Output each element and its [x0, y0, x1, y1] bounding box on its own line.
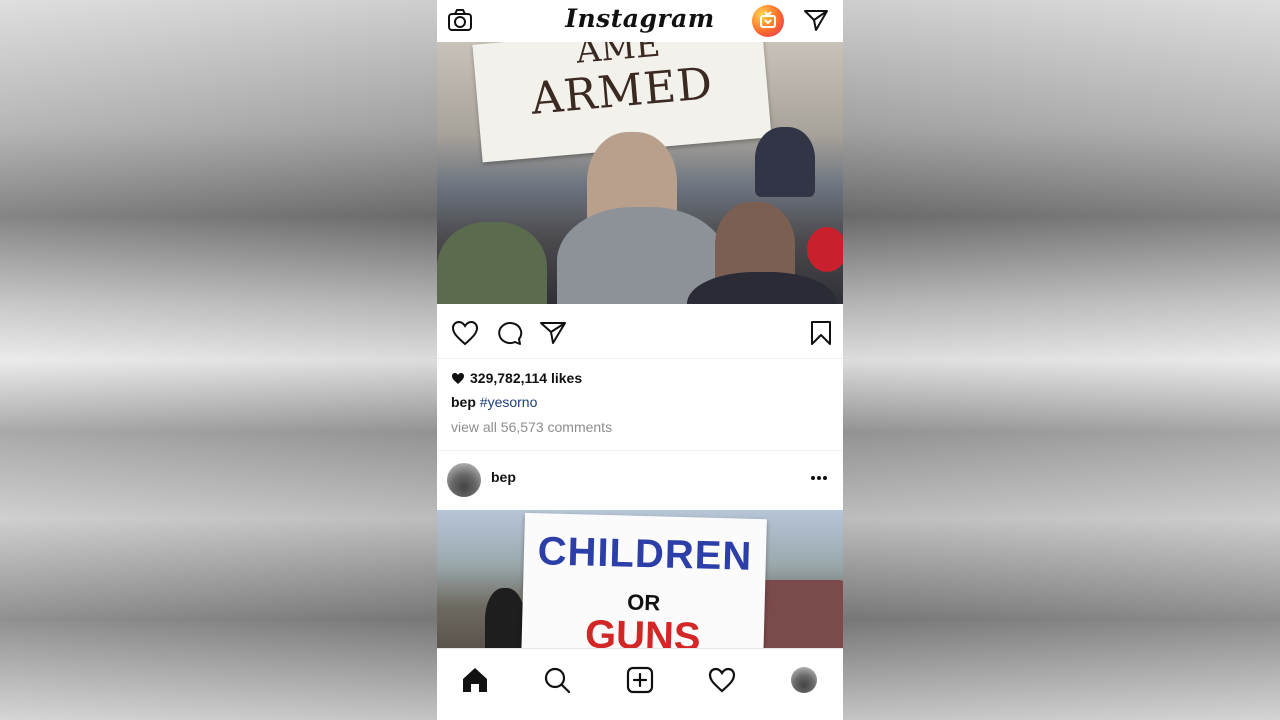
avatar[interactable] [447, 463, 481, 497]
protester-figure [755, 127, 815, 197]
filled-heart-icon [452, 372, 464, 384]
protester-figure [807, 227, 843, 272]
sign-line-3: GUNS [584, 612, 702, 648]
add-post-icon[interactable] [625, 665, 655, 695]
post-action-bar [437, 304, 843, 359]
caption-hashtag[interactable]: #yesorno [480, 394, 538, 410]
comment-icon[interactable] [495, 320, 523, 346]
heart-icon[interactable] [451, 320, 479, 346]
top-bar: Instagram [437, 0, 843, 42]
share-icon[interactable] [539, 320, 567, 346]
likes-text: 329,782,114 likes [470, 370, 583, 386]
protest-sign: CHILDREN OR GUNS [521, 512, 767, 648]
post-image-1[interactable]: AME ARMED [437, 42, 843, 304]
caption-username[interactable]: bep [451, 394, 476, 410]
activity-heart-icon[interactable] [707, 665, 737, 695]
protester-figure [485, 588, 525, 648]
view-comments-link[interactable]: view all 56,573 comments [451, 419, 831, 437]
protester-figure [437, 222, 547, 304]
more-icon[interactable] [809, 473, 829, 483]
phone-screen: Instagram AME ARMED 329,782,114 likes be… [437, 0, 843, 720]
profile-avatar[interactable] [791, 667, 817, 693]
post-meta: 329,782,114 likes bep #yesorno view all … [451, 368, 831, 437]
background-blur-right [843, 0, 1280, 720]
background-blur-left [0, 0, 437, 720]
bottom-navigation [437, 648, 843, 720]
igtv-icon[interactable] [752, 5, 784, 37]
sign-line-1: CHILDREN [537, 529, 753, 579]
bookmark-icon[interactable] [807, 320, 835, 346]
search-icon[interactable] [542, 665, 572, 695]
post-caption: bep #yesorno [451, 394, 831, 414]
post-username[interactable]: bep [491, 469, 516, 485]
likes-count[interactable]: 329,782,114 likes [451, 368, 831, 388]
post-header: bep [437, 450, 843, 511]
home-icon[interactable] [460, 665, 490, 695]
post-image-2[interactable]: CHILDREN OR GUNS [437, 510, 843, 648]
direct-message-icon[interactable] [803, 8, 829, 32]
